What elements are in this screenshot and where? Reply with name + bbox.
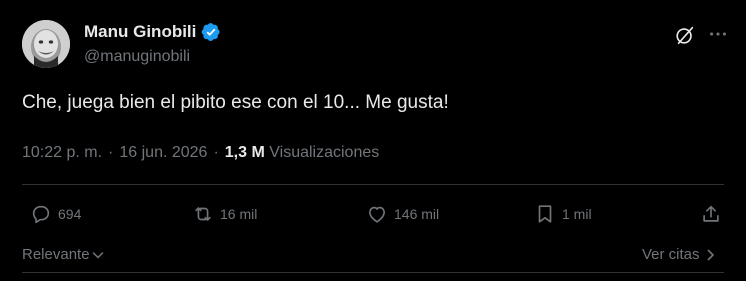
like-button[interactable]: 146 mil xyxy=(366,203,439,225)
views-label: Visualizaciones xyxy=(269,144,380,161)
bookmark-count: 1 mil xyxy=(562,206,592,222)
reply-button[interactable]: 694 xyxy=(30,203,81,225)
bookmark-button[interactable]: 1 mil xyxy=(534,203,592,225)
chevron-right-icon xyxy=(707,249,714,260)
sort-label: Relevante xyxy=(22,246,90,263)
reply-count: 694 xyxy=(58,206,82,222)
author-name[interactable]: Manu Ginobili xyxy=(84,22,196,42)
like-icon xyxy=(369,206,385,223)
chevron-down-icon xyxy=(92,251,103,259)
reply-icon xyxy=(32,205,50,224)
meta-separator: · xyxy=(213,144,219,161)
verified-badge-icon xyxy=(202,23,220,41)
views-count: 1,3 M xyxy=(224,144,265,161)
bookmark-icon xyxy=(538,205,552,223)
retweet-button[interactable]: 16 mil xyxy=(192,203,257,225)
share-icon xyxy=(703,205,719,222)
like-count: 146 mil xyxy=(394,206,440,222)
retweet-icon xyxy=(195,207,211,221)
grok-icon[interactable] xyxy=(674,24,696,46)
tweet-time[interactable]: 10:22 p. m. xyxy=(22,144,102,161)
view-quotes-label: Ver citas xyxy=(642,246,700,263)
tweet-text: Che, juega bien el pibito ese con el 10.… xyxy=(22,92,449,113)
view-quotes-link[interactable]: Ver citas xyxy=(642,246,717,263)
tweet-meta: 10:22 p. m. · 16 jun. 2026 · 1,3 M Visualiza… xyxy=(22,144,379,162)
divider xyxy=(22,184,724,185)
sort-dropdown[interactable]: Relevante xyxy=(22,246,105,263)
avatar-image xyxy=(22,20,70,68)
more-icon[interactable] xyxy=(707,23,729,45)
retweet-count: 16 mil xyxy=(220,206,258,222)
tweet-date[interactable]: 16 jun. 2026 xyxy=(119,144,207,161)
tweet-card: Manu Ginobili @manuginobili Che, juega b… xyxy=(0,0,746,281)
author-name-row[interactable]: Manu Ginobili xyxy=(84,22,221,42)
share-button[interactable] xyxy=(700,203,722,225)
author-handle[interactable]: @manuginobili xyxy=(84,48,190,66)
meta-separator: · xyxy=(108,144,114,161)
avatar[interactable] xyxy=(22,20,70,68)
divider xyxy=(22,272,724,273)
